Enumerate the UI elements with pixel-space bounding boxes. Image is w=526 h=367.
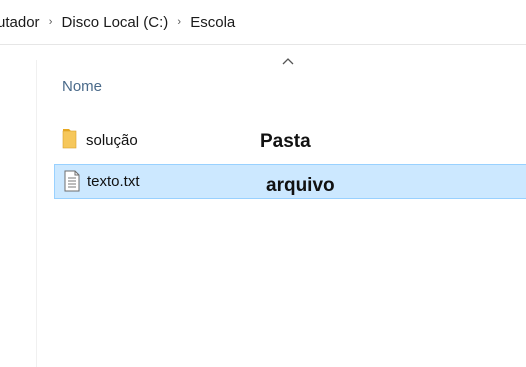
annotation-file-label: arquivo: [266, 175, 335, 196]
annotation-folder-label: Pasta: [260, 131, 311, 152]
breadcrumb-item-local-disk[interactable]: Disco Local (C:): [62, 14, 169, 31]
breadcrumb-item-escola[interactable]: Escola: [190, 14, 235, 31]
text-file-icon: [64, 170, 80, 192]
breadcrumb: utador › Disco Local (C:) › Escola: [0, 14, 235, 31]
pane-divider: [36, 60, 37, 367]
file-name: solução: [86, 132, 138, 149]
folder-icon: [62, 129, 77, 149]
chevron-right-icon[interactable]: ›: [170, 16, 188, 28]
sort-ascending-icon[interactable]: [282, 56, 294, 66]
address-bar[interactable]: utador › Disco Local (C:) › Escola: [0, 0, 526, 44]
column-header-name[interactable]: Nome: [62, 78, 102, 95]
file-name: texto.txt: [87, 173, 140, 190]
breadcrumb-item-computer[interactable]: utador: [0, 14, 40, 31]
divider: [0, 44, 526, 45]
chevron-right-icon[interactable]: ›: [42, 16, 60, 28]
